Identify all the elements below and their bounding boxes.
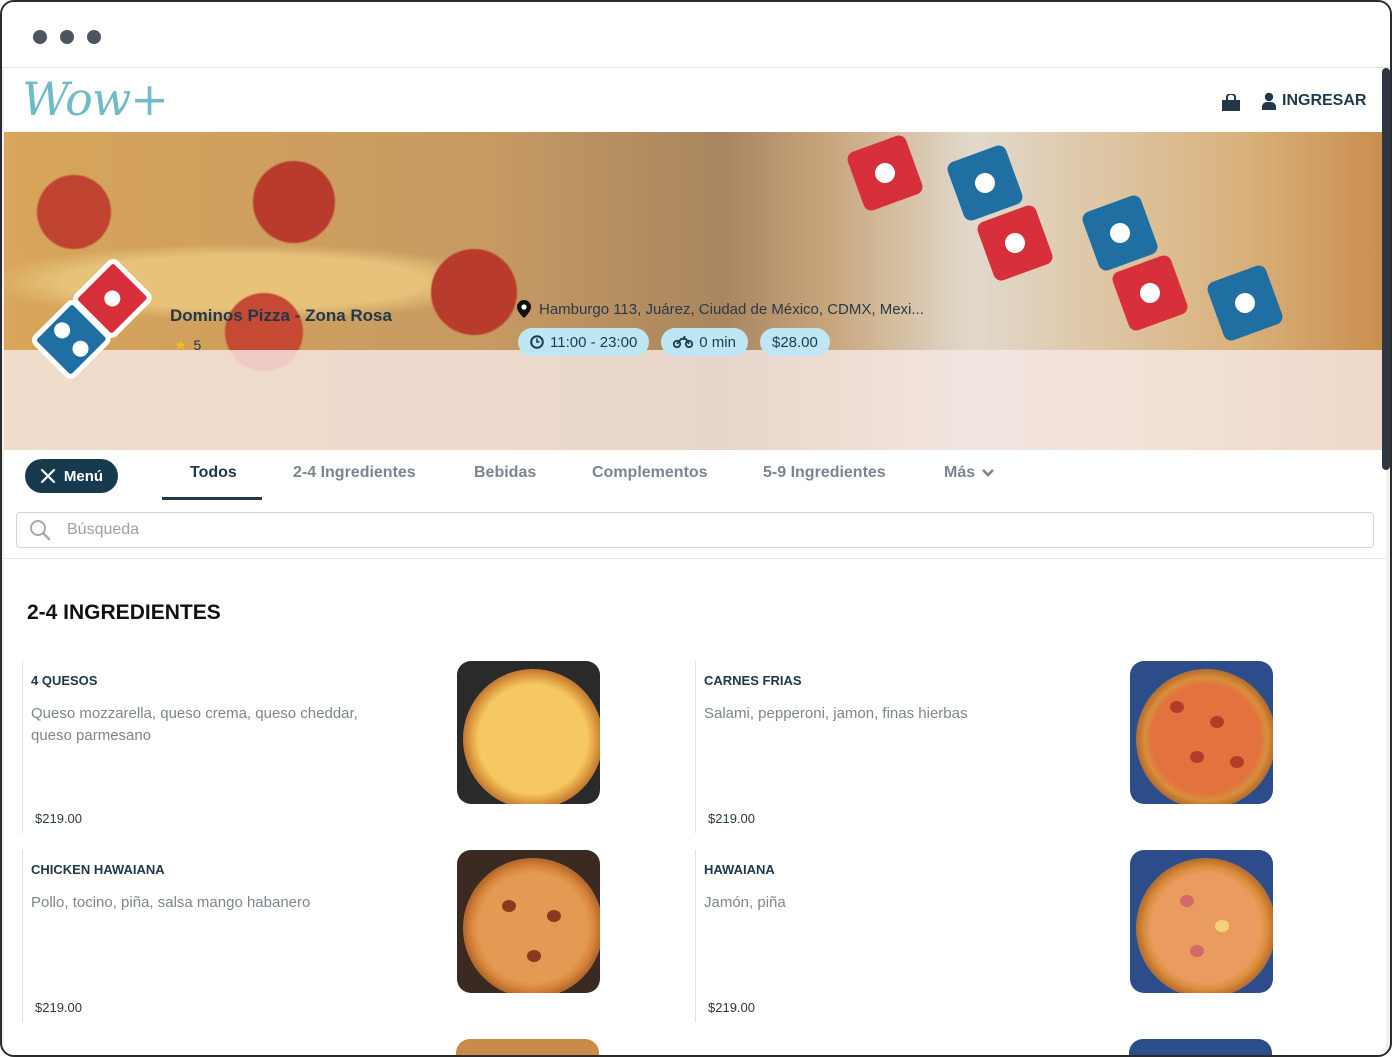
login-button[interactable]: INGRESAR	[1262, 92, 1366, 110]
window-dot[interactable]	[87, 30, 101, 44]
store-chips: 11:00 - 23:00 0 min $28.00	[518, 328, 830, 356]
product-name: CHICKEN HAWAIANA	[31, 862, 165, 877]
divider	[4, 558, 1386, 559]
product-image[interactable]	[1130, 661, 1273, 804]
tab-5-9-ingredientes[interactable]: 5-9 Ingredientes	[763, 464, 886, 482]
window-dot[interactable]	[60, 30, 74, 44]
store-info-band	[4, 350, 1386, 450]
product-name: 4 QUESOS	[31, 673, 98, 688]
tab-complementos[interactable]: Complementos	[592, 464, 708, 482]
clock-icon	[530, 335, 544, 349]
product-price: $219.00	[35, 1000, 82, 1015]
product-card[interactable]: CHICKEN HAWAIANA Pollo, tocino, piña, sa…	[22, 850, 622, 1022]
min-order-chip: $28.00	[759, 328, 830, 356]
page: Wow+ INGRESAR Dominos Pizza - Zona Rosa …	[4, 68, 1386, 1055]
product-card[interactable]: HAWAIANA Jamón, piña $219.00	[695, 850, 1295, 1022]
chevron-down-icon	[982, 469, 995, 477]
search-icon	[30, 520, 51, 541]
tab-2-4-ingredientes[interactable]: 2-4 Ingredientes	[293, 464, 416, 482]
product-description: Jamón, piña	[704, 894, 786, 911]
hours-text: 11:00 - 23:00	[550, 333, 638, 351]
product-description: Salami, pepperoni, jamon, finas hierbas	[704, 705, 968, 722]
window-dot[interactable]	[33, 30, 47, 44]
top-bar: Wow+ INGRESAR	[4, 68, 1386, 132]
product-image-partial	[456, 1039, 599, 1055]
browser-window: Wow+ INGRESAR Dominos Pizza - Zona Rosa …	[0, 0, 1392, 1057]
product-image[interactable]	[1130, 850, 1273, 993]
tab-todos[interactable]: Todos	[190, 464, 237, 482]
search-bar	[16, 512, 1374, 548]
store-address: Hamburgo 113, Juárez, Ciudad de México, …	[517, 300, 924, 318]
product-price: $219.00	[708, 1000, 755, 1015]
min-order-text: $28.00	[771, 333, 818, 351]
location-pin-icon	[517, 300, 531, 318]
product-image[interactable]	[457, 661, 600, 804]
tab-mas-label: Más	[944, 464, 976, 481]
hours-chip: 11:00 - 23:00	[518, 328, 650, 356]
brand-logo[interactable]: Wow+	[22, 72, 169, 126]
active-tab-indicator	[162, 497, 262, 500]
product-description: Pollo, tocino, piña, salsa mango habaner…	[31, 894, 311, 911]
dominos-logo	[32, 259, 152, 379]
product-description: Queso mozzarella, queso crema, queso che…	[31, 705, 358, 744]
product-name: HAWAIANA	[704, 862, 775, 877]
product-name: CARNES FRIAS	[704, 673, 802, 688]
motorcycle-icon	[673, 336, 694, 348]
tab-mas[interactable]: Más	[944, 464, 995, 482]
browser-chrome	[2, 2, 1390, 68]
section-title: 2-4 INGREDIENTES	[27, 601, 221, 624]
category-tabs: Menú Todos 2-4 Ingredientes Bebidas Comp…	[4, 450, 1386, 504]
user-icon	[1262, 92, 1276, 110]
product-card[interactable]: 4 QUESOS Queso mozzarella, queso crema, …	[22, 661, 622, 833]
hero-banner	[4, 132, 1386, 450]
address-text: Hamburgo 113, Juárez, Ciudad de México, …	[539, 300, 924, 318]
menu-button[interactable]: Menú	[25, 459, 118, 493]
store-rating: ★ 5	[174, 336, 201, 354]
login-label: INGRESAR	[1282, 92, 1367, 109]
tab-bebidas[interactable]: Bebidas	[474, 464, 536, 482]
star-icon: ★	[174, 337, 188, 354]
menu-label: Menú	[63, 467, 104, 485]
shopping-bag-icon[interactable]	[1220, 94, 1242, 112]
delivery-time-text: 0 min	[699, 333, 736, 351]
scrollbar[interactable]	[1382, 68, 1390, 470]
delivery-time-chip: 0 min	[661, 328, 748, 356]
store-name: Dominos Pizza - Zona Rosa	[170, 306, 392, 325]
product-image[interactable]	[457, 850, 600, 993]
search-input[interactable]	[67, 521, 1267, 539]
product-card[interactable]: CARNES FRIAS Salami, pepperoni, jamon, f…	[695, 661, 1295, 833]
product-image-partial	[1129, 1039, 1272, 1055]
product-price: $219.00	[708, 811, 755, 826]
utensils-icon	[40, 468, 56, 484]
product-price: $219.00	[35, 811, 82, 826]
rating-value: 5	[193, 337, 202, 353]
